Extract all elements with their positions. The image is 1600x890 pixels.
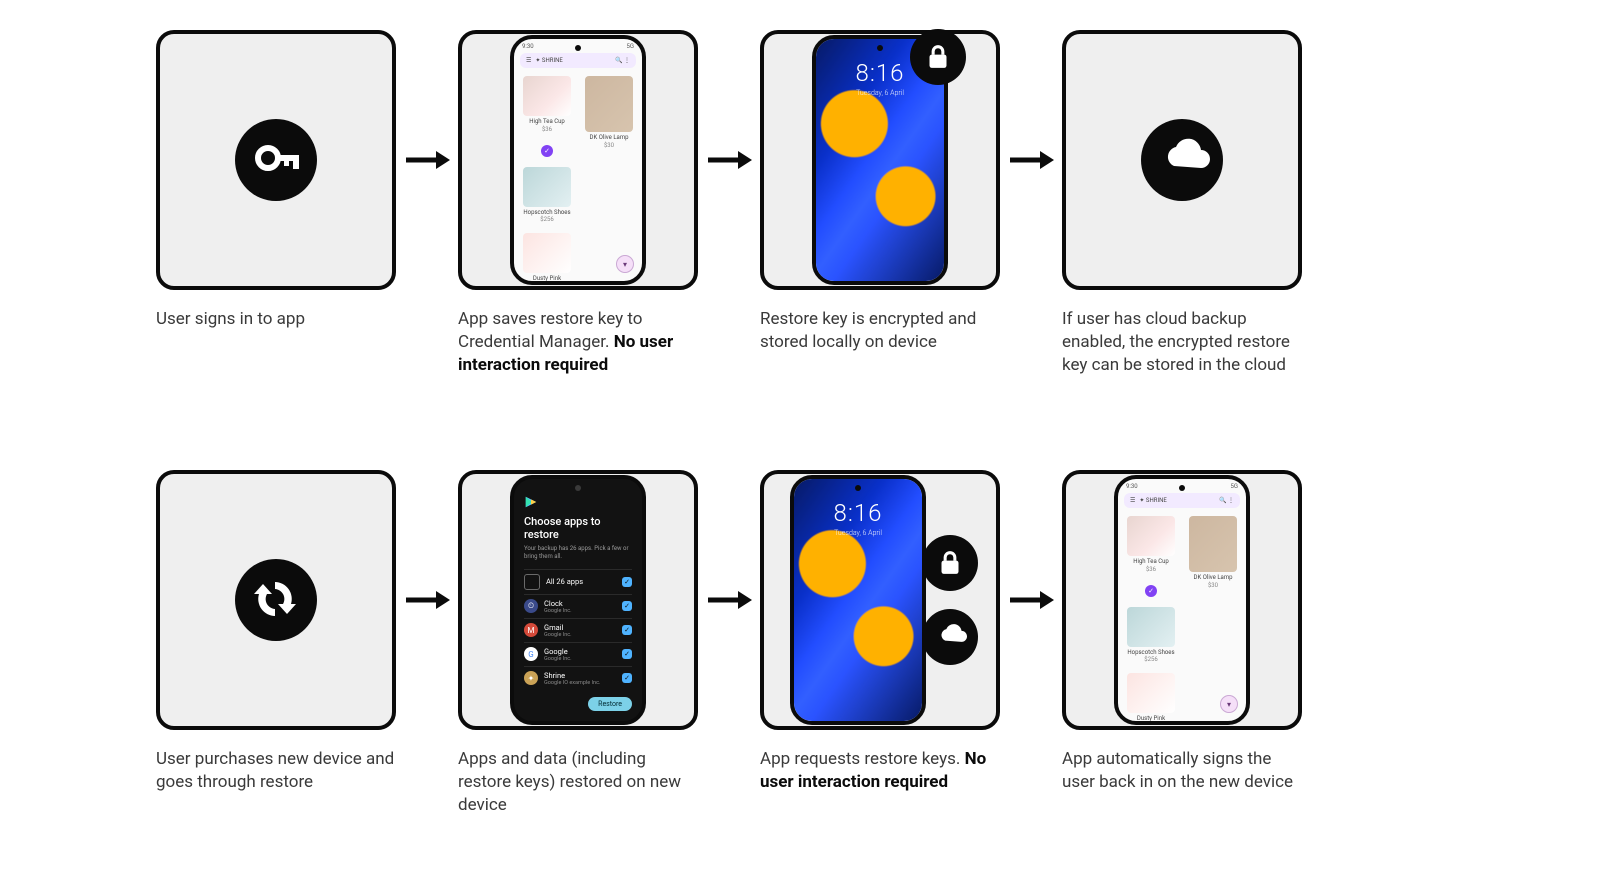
flow-panel: 9:305G☰✦ SHRINE🔍 ⋮High Tea Cup$36✓Hopsco… [1062,470,1302,730]
flow-panel: 9:305G☰✦ SHRINE🔍 ⋮High Tea Cup$36✓Hopsco… [458,30,698,290]
cart-fab: ▾ [1220,695,1238,713]
step-caption: Apps and data (including restore keys) r… [458,748,698,817]
arrow-right-icon [698,30,760,290]
flow-panel: Choose apps to restore Your backup has 26… [458,470,698,730]
cloud-icon [922,609,978,665]
cloud-icon [1141,119,1223,201]
key-icon [235,119,317,201]
lock-icon [922,535,978,591]
flow-panel [1062,30,1302,290]
lockscreen-date: Tuesday, 6 April [816,89,944,97]
flow-step: Choose apps to restore Your backup has 26… [458,470,698,817]
restore-app-row: GGoogleGoogle Inc.✓ [524,642,632,666]
shrine-appbar: ☰✦ SHRINE🔍 ⋮ [520,53,636,68]
flow-row-1: User signs in to app9:305G☰✦ SHRINE🔍 ⋮Hi… [156,30,1302,377]
flow-step: User purchases new device and goes throu… [156,470,396,794]
flow-panel: 8:16Tuesday, 6 April [760,30,1000,290]
product-card: High Tea Cup$36 [1127,516,1175,573]
restore-app-row: ✦ShrineGoogle IO example Inc.✓ [524,666,632,690]
phone-shrine: 9:305G☰✦ SHRINE🔍 ⋮High Tea Cup$36✓Hopsco… [1114,475,1250,725]
lock-icon [910,29,966,85]
lock-cloud-stack [922,535,978,665]
flow-panel: 8:16 Tuesday, 6 April [760,470,1000,730]
step-caption: App requests restore keys. No user inter… [760,748,1000,794]
product-card: DK Olive Lamp$30 [585,76,633,149]
arrow-right-icon [396,30,458,290]
step-caption: App saves restore key to Credential Mana… [458,308,698,377]
flow-row-2: User purchases new device and goes throu… [156,470,1302,817]
arrow-right-icon [1000,470,1062,730]
product-card: Hopscotch Shoes$256 [523,167,571,224]
phone-lockscreen: 8:16 Tuesday, 6 April [790,475,926,725]
product-card: Hopscotch Shoes$256 [1127,607,1175,664]
product-card: DK Olive Lamp$30 [1189,516,1237,589]
arrow-right-icon [698,470,760,730]
restore-app-row: ⏲ClockGoogle Inc.✓ [524,594,632,618]
cart-fab: ▾ [616,255,634,273]
lockscreen-date: Tuesday, 6 April [794,529,922,537]
flow-panel [156,30,396,290]
product-card: Dusty Pink Satchel$198 [1127,673,1175,725]
restore-all-row: All 26 apps✓ [524,569,632,594]
step-caption: Restore key is encrypted and stored loca… [760,308,1000,354]
phone-shrine: 9:305G☰✦ SHRINE🔍 ⋮High Tea Cup$36✓Hopsco… [510,35,646,285]
flow-step: If user has cloud backup enabled, the en… [1062,30,1302,377]
step-caption: User signs in to app [156,308,396,331]
restore-title: Choose apps to restore [524,515,632,541]
restore-app-row: MGmailGoogle Inc.✓ [524,618,632,642]
flow-step: User signs in to app [156,30,396,331]
step-caption: App automatically signs the user back in… [1062,748,1302,794]
play-logo-icon [524,495,538,509]
arrow-right-icon [1000,30,1062,290]
product-card: Dusty Pink Satchel$198 [523,233,571,285]
product-card: High Tea Cup$36 [523,76,571,133]
shrine-appbar: ☰✦ SHRINE🔍 ⋮ [1124,493,1240,508]
step-caption: If user has cloud backup enabled, the en… [1062,308,1302,377]
step-caption: User purchases new device and goes throu… [156,748,396,794]
flow-step: 8:16 Tuesday, 6 April App requests restore… [760,470,1000,794]
restore-subtitle: Your backup has 26 apps. Pick a few or b… [524,545,632,561]
flow-step: 8:16Tuesday, 6 April Restore key is encry… [760,30,1000,354]
flow-step: 9:305G☰✦ SHRINE🔍 ⋮High Tea Cup$36✓Hopsco… [458,30,698,377]
arrow-right-icon [396,470,458,730]
lockscreen-time: 8:16 [794,499,922,527]
sync-icon [235,559,317,641]
diagram-canvas: User signs in to app9:305G☰✦ SHRINE🔍 ⋮Hi… [0,0,1600,890]
flow-step: 9:305G☰✦ SHRINE🔍 ⋮High Tea Cup$36✓Hopsco… [1062,470,1302,794]
phone-restore: Choose apps to restore Your backup has 26… [510,475,646,725]
restore-cta: Restore [588,697,632,711]
flow-panel [156,470,396,730]
